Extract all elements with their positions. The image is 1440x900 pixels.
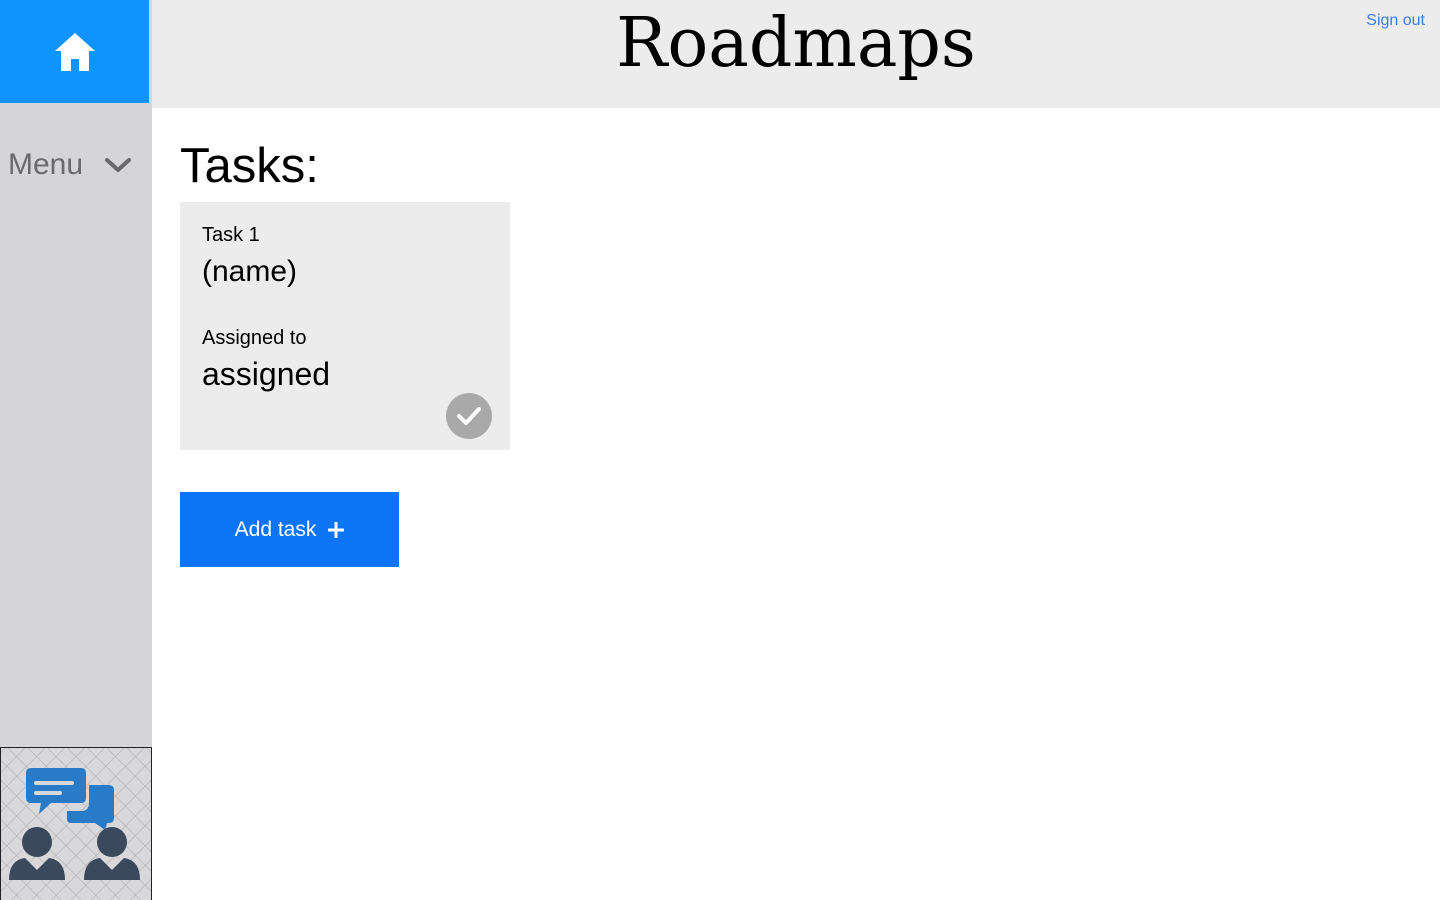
menu-label: Menu bbox=[8, 148, 84, 181]
assigned-to-value: assigned bbox=[202, 356, 331, 392]
menu-toggle[interactable]: Menu bbox=[0, 134, 152, 196]
tasks-heading: Tasks: bbox=[180, 139, 319, 193]
home-button[interactable] bbox=[0, 0, 149, 103]
assigned-to-label: Assigned to bbox=[202, 327, 307, 349]
complete-task-button[interactable] bbox=[446, 393, 492, 439]
home-icon bbox=[54, 32, 95, 71]
chevron-down-icon bbox=[105, 158, 132, 172]
app-root: Menu Roadmaps Sign out Tasks: Task 1 (na… bbox=[0, 0, 1440, 900]
check-icon bbox=[457, 407, 481, 425]
header: Roadmaps Sign out bbox=[152, 0, 1440, 108]
task-name: (name) bbox=[202, 255, 298, 288]
sign-out-link[interactable]: Sign out bbox=[1366, 12, 1425, 30]
plus-icon bbox=[328, 521, 345, 538]
task-number: Task 1 bbox=[202, 224, 260, 246]
team-chat-illustration bbox=[0, 747, 152, 900]
sidebar: Menu bbox=[0, 0, 152, 900]
add-task-label: Add task bbox=[234, 517, 317, 541]
task-card[interactable]: Task 1 (name) Assigned to assigned bbox=[180, 202, 510, 450]
app-title: Roadmaps bbox=[616, 4, 976, 83]
add-task-button[interactable]: Add task bbox=[180, 492, 399, 567]
